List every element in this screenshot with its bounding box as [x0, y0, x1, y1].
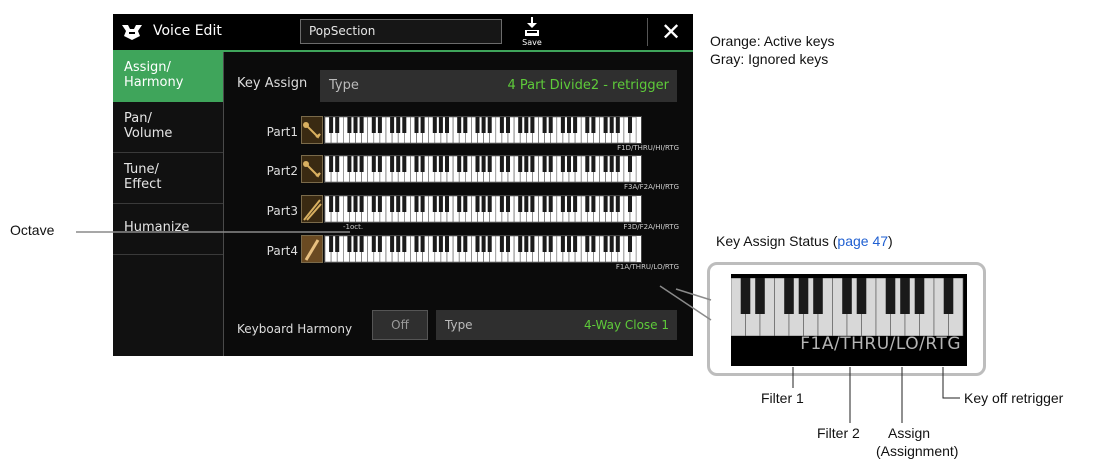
assign-callout-line1: Assign — [888, 425, 931, 441]
retrigger-leader-line — [942, 367, 960, 399]
filter1-callout: Filter 1 — [761, 390, 804, 406]
retrigger-callout: Key off retrigger — [964, 390, 1064, 406]
assign-callout-line2: (Assignment) — [876, 443, 959, 459]
callout-lines — [76, 231, 960, 423]
zoom-leader-line-bottom — [675, 288, 712, 301]
zoom-leader-line-top — [659, 285, 712, 321]
filter2-callout: Filter 2 — [817, 425, 860, 441]
